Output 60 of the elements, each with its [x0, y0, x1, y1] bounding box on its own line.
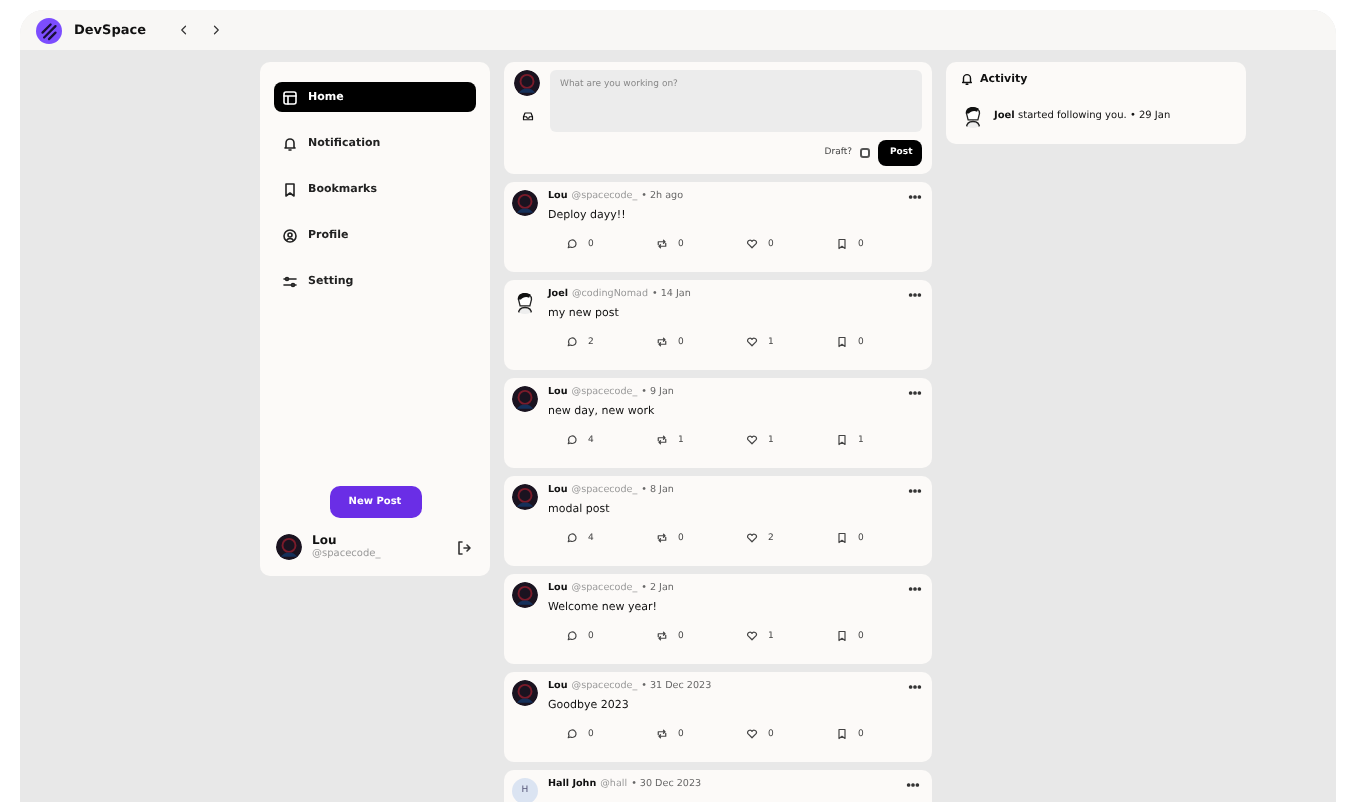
- repost-icon: [656, 532, 668, 544]
- comment-icon: [566, 630, 578, 642]
- heart-icon: [746, 532, 758, 544]
- more-icon: [908, 190, 922, 204]
- avatar: [512, 484, 538, 510]
- more-button[interactable]: [904, 582, 926, 596]
- cartoon-avatar: [512, 288, 538, 314]
- chevron-right-icon: [210, 24, 223, 36]
- avatar: [512, 680, 538, 706]
- avatar: [512, 386, 538, 412]
- profile-icon: [282, 227, 298, 243]
- logout-button[interactable]: [456, 539, 476, 555]
- repost-icon: [656, 728, 668, 740]
- more-icon: [908, 386, 922, 400]
- bookmark-icon: [836, 630, 848, 642]
- logo-icon: [36, 17, 62, 43]
- sliders-icon: [282, 273, 298, 289]
- avatar: [514, 70, 540, 96]
- chevron-left-icon: [178, 24, 191, 36]
- comment-icon: [566, 728, 578, 740]
- bell-icon: [960, 72, 974, 86]
- comment-icon: [566, 336, 578, 348]
- logout-icon: [456, 539, 472, 555]
- more-icon: [908, 288, 922, 302]
- more-icon: [908, 484, 922, 498]
- layout-icon: [282, 89, 298, 105]
- repost-icon: [656, 630, 668, 642]
- more-icon: [908, 680, 922, 694]
- avatar: [276, 534, 302, 560]
- bookmark-icon: [282, 181, 298, 197]
- avatar: [512, 190, 538, 216]
- bell-icon: [282, 135, 298, 151]
- comment-icon: [566, 532, 578, 544]
- heart-icon: [746, 630, 758, 642]
- bookmark-icon: [836, 532, 848, 544]
- heart-icon: [746, 728, 758, 740]
- heart-icon: [746, 434, 758, 446]
- draft-checkbox[interactable]: [860, 148, 870, 158]
- more-button[interactable]: [904, 680, 926, 694]
- bookmark-icon: [836, 434, 848, 446]
- more-icon: [906, 778, 920, 792]
- repost-icon: [656, 238, 668, 250]
- more-button[interactable]: [904, 484, 926, 498]
- more-button[interactable]: [904, 190, 926, 204]
- more-button[interactable]: [904, 288, 926, 302]
- avatar: [512, 582, 538, 608]
- repost-icon: [656, 336, 668, 348]
- heart-icon: [746, 238, 758, 250]
- more-icon: [908, 582, 922, 596]
- comment-icon: [566, 238, 578, 250]
- bookmark-icon: [836, 336, 848, 348]
- more-button[interactable]: [904, 386, 926, 400]
- inbox-icon: [521, 110, 533, 122]
- bookmark-icon: [836, 238, 848, 250]
- more-button[interactable]: [902, 778, 924, 792]
- comment-icon: [566, 434, 578, 446]
- heart-icon: [746, 336, 758, 348]
- repost-icon: [656, 434, 668, 446]
- bookmark-icon: [836, 728, 848, 740]
- cartoon-avatar: [960, 102, 986, 128]
